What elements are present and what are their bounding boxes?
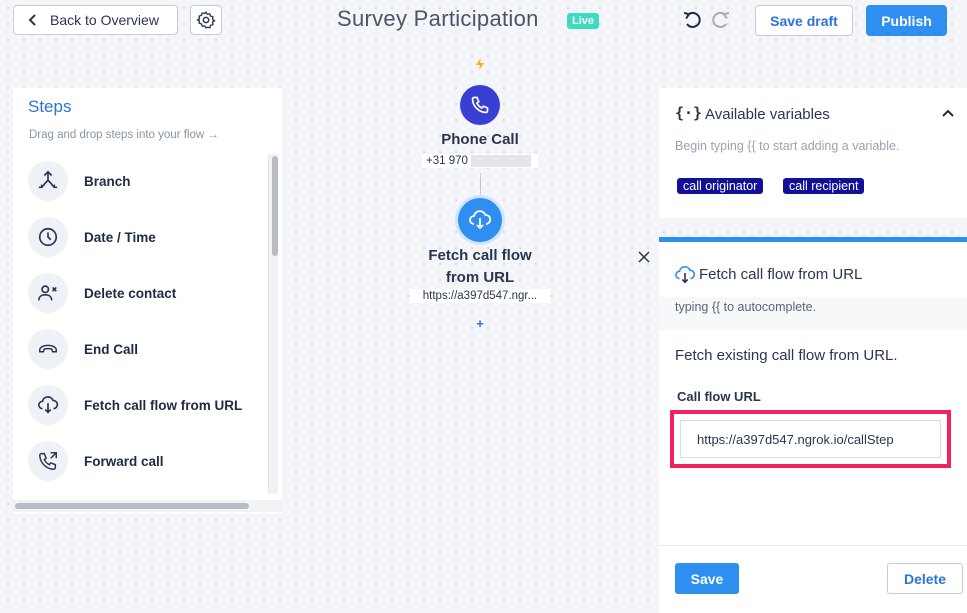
add-step-button[interactable]: + [474,316,486,331]
scrollbar-thumb[interactable] [15,503,249,509]
call-flow-url-input[interactable] [680,420,941,458]
step-label: End Call [84,341,139,357]
delete-contact-icon [28,273,68,313]
chevron-up-icon[interactable] [941,107,955,119]
step-label: Branch [84,173,131,189]
variables-title: Available variables [705,106,830,123]
undo-icon[interactable] [682,10,704,30]
available-variables-panel: {·} Available variables Begin typing {{ … [659,88,967,218]
steps-horizontal-scrollbar[interactable] [13,500,282,512]
step-label: Fetch call flow from URL [84,397,243,413]
publish-button[interactable]: Publish [866,5,947,36]
cloud-download-icon [675,266,696,284]
step-config-panel: Fetch call flow from URL typing {{ to au… [659,237,967,613]
step-label: Forward call [84,453,164,469]
step-item-branch[interactable]: Branch [28,159,268,203]
config-hint: typing {{ to autocomplete. [675,300,817,314]
step-item-fetch-call-flow[interactable]: Fetch call flow from URL [28,383,268,427]
phone-call-node[interactable] [460,85,500,125]
variable-chip-call-recipient[interactable]: call recipient [783,178,865,194]
phone-call-node-number: +31 970 [422,154,538,169]
step-label: Delete contact [84,285,177,301]
step-item-delete-contact[interactable]: Delete contact [28,271,268,315]
config-description: Fetch existing call flow from URL. [675,347,898,364]
step-item-forward-call[interactable]: Forward call [28,439,268,483]
steps-title: Steps [28,97,72,116]
call-flow-url-label: Call flow URL [677,389,761,404]
fetch-call-flow-node-title: Fetch call flow from URL [428,247,532,286]
config-footer: Save Delete [659,545,967,613]
highlight-box [670,410,951,468]
forward-call-icon [28,441,68,481]
phone-call-node-title: Phone Call [441,131,519,148]
save-button[interactable]: Save [675,563,739,594]
settings-button[interactable] [190,5,222,35]
fetch-call-flow-node[interactable] [458,198,502,242]
config-hint-strip: typing {{ to autocomplete. [659,297,967,330]
steps-subtitle: Drag and drop steps into your flow → [29,129,219,141]
fetch-call-flow-node-url: https://a397d547.ngr... [410,289,550,303]
step-label: Date / Time [84,229,156,245]
status-badge: Live [567,13,600,29]
end-call-icon [28,329,68,369]
chevron-left-icon [28,14,36,26]
variable-chip-call-originator[interactable]: call originator [677,178,764,194]
delete-button[interactable]: Delete [887,563,963,594]
cloud-download-icon [28,385,68,425]
scrollbar-thumb[interactable] [272,156,278,256]
back-to-overview-button[interactable]: Back to Overview [13,5,178,35]
step-item-end-call[interactable]: End Call [28,327,268,371]
flow-title: Survey Participation [337,6,539,31]
phone-icon [471,96,489,114]
lightning-icon [476,58,484,70]
clock-icon [28,217,68,257]
variables-icon: {·} [675,104,703,122]
phone-number-text: +31 970 [426,155,468,168]
gear-icon [196,11,216,29]
back-button-label: Back to Overview [50,12,159,28]
config-panel-title: Fetch call flow from URL [699,266,863,283]
steps-panel: Steps Drag and drop steps into your flow… [13,88,282,514]
save-draft-button[interactable]: Save draft [755,5,853,36]
redacted-number [470,155,531,167]
close-icon[interactable] [636,249,652,265]
branch-icon [28,161,68,201]
redo-icon[interactable] [709,10,731,30]
step-item-date-time[interactable]: Date / Time [28,215,268,259]
steps-vertical-scrollbar[interactable] [268,154,278,494]
flow-connector [480,173,481,197]
variables-hint: Begin typing {{ to start adding a variab… [675,139,900,153]
cloud-download-icon [469,210,492,230]
